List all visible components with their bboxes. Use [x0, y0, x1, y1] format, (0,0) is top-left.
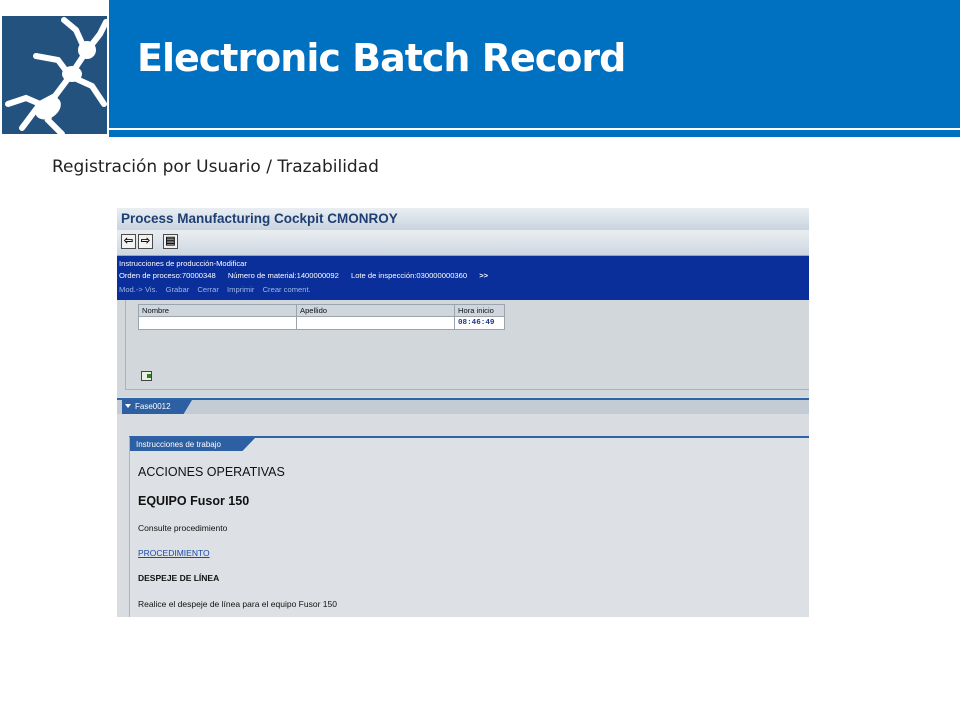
table-row: 08:46:49	[138, 316, 505, 330]
phase-tab[interactable]: Fase0012	[122, 400, 192, 414]
phase-bar: Fase0012	[117, 398, 809, 414]
user-registration-area: Nombre Apellido Hora inicio 08:46:49	[117, 300, 809, 397]
create-comment-link[interactable]: Crear coment.	[263, 285, 311, 294]
close-link[interactable]: Cerrar	[197, 285, 219, 294]
instruction-text: Realice el despeje de línea para el equi…	[138, 599, 337, 609]
sap-screenshot: Process Manufacturing Cockpit CMONROY ⇦ …	[117, 208, 809, 617]
arrow-right-icon[interactable]: ⇨	[138, 234, 153, 249]
toggle-mode-link[interactable]: Mod.-> Vis.	[119, 285, 157, 294]
slide-title: Electronic Batch Record	[137, 36, 626, 80]
process-order: Orden de proceso:70000348	[119, 271, 216, 280]
order-info: Orden de proceso:70000348 Número de mate…	[119, 271, 498, 280]
operations-heading: ACCIONES OPERATIVAS	[138, 465, 285, 479]
material-number: Número de material:1400000092	[227, 271, 339, 280]
instructions-tab[interactable]: Instrucciones de trabajo	[130, 438, 255, 451]
save-link[interactable]: Grabar	[166, 285, 190, 294]
arrow-left-icon[interactable]: ⇦	[121, 234, 136, 249]
inspection-lot: Lote de inspección:030000000360	[350, 271, 468, 280]
consult-text: Consulte procedimiento	[138, 523, 228, 533]
sap-title-bar: Process Manufacturing Cockpit CMONROY	[117, 208, 809, 230]
mode-label: Instrucciones de producción-Modificar	[119, 259, 247, 268]
equipment-heading: EQUIPO Fusor 150	[138, 494, 250, 508]
slide-subtitle: Registración por Usuario / Trazabilidad	[52, 157, 379, 177]
apellido-cell[interactable]	[296, 316, 455, 330]
nombre-cell[interactable]	[138, 316, 297, 330]
ant-logo-icon	[2, 16, 109, 137]
more-button[interactable]: >>	[479, 271, 488, 280]
column-header-apellido[interactable]: Apellido	[296, 304, 455, 317]
procedure-link[interactable]: PROCEDIMIENTO	[138, 548, 210, 558]
title-rule	[109, 130, 960, 137]
work-instructions-panel: Instrucciones de trabajo ACCIONES OPERAT…	[129, 436, 809, 617]
sap-toolbar: ⇦ ⇨ ▤	[117, 230, 809, 256]
column-header-nombre[interactable]: Nombre	[138, 304, 297, 317]
company-logo	[0, 0, 109, 138]
order-header: Instrucciones de producción-Modificar Or…	[117, 256, 809, 300]
action-links: Mod.-> Vis. Grabar Cerrar Imprimir Crear…	[119, 285, 317, 294]
add-row-icon[interactable]	[141, 371, 152, 381]
user-table: Nombre Apellido Hora inicio 08:46:49	[138, 304, 505, 330]
sap-window-title: Process Manufacturing Cockpit CMONROY	[121, 211, 398, 226]
document-icon[interactable]: ▤	[163, 234, 178, 249]
column-header-hora-inicio[interactable]: Hora inicio	[454, 304, 505, 317]
section-heading: DESPEJE DE LÍNEA	[138, 573, 220, 583]
collapse-triangle-icon	[125, 404, 131, 408]
phase-label: Fase0012	[135, 402, 171, 411]
print-link[interactable]: Imprimir	[227, 285, 254, 294]
hora-inicio-cell[interactable]: 08:46:49	[454, 316, 505, 330]
